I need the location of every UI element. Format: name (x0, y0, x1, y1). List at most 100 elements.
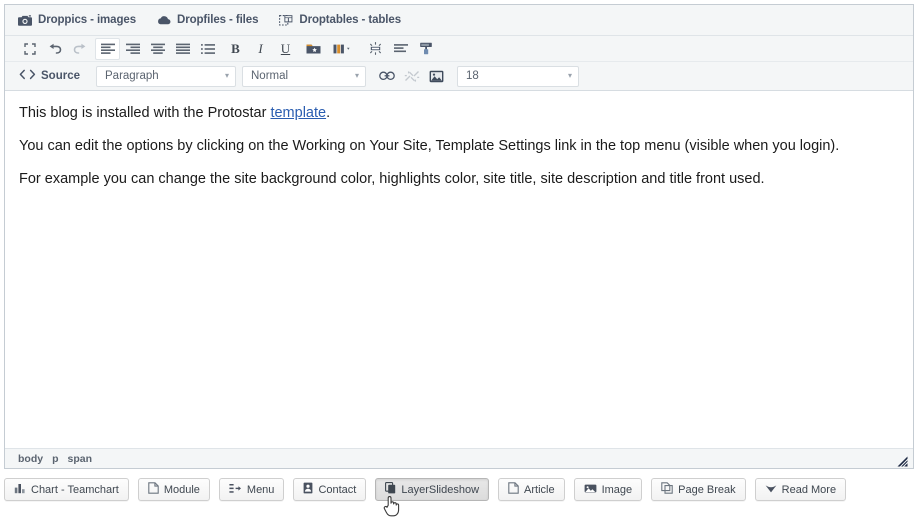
menu-icon (229, 481, 242, 499)
insert-module-button[interactable]: Module (138, 478, 210, 501)
formatting-toolbar-row-2: Source Paragraph ▾ Normal ▾ (5, 62, 913, 91)
insert-chart-teamchart-label: Chart - Teamchart (31, 484, 119, 496)
rich-text-editor: Droppics - images Dropfiles - files (4, 4, 914, 469)
page-break-icon (661, 481, 673, 499)
table-columns-button[interactable] (326, 38, 360, 60)
maximize-icon (24, 43, 36, 55)
bullet-list-icon (201, 43, 215, 55)
droptables-tables-label: Droptables - tables (299, 14, 401, 26)
table-icon (279, 14, 293, 27)
camera-icon (18, 14, 32, 27)
contact-card-icon (303, 481, 313, 499)
element-path-statusbar: body p span (5, 448, 913, 468)
slideshow-icon (385, 481, 396, 499)
chevron-down-icon: ▾ (568, 72, 572, 80)
align-left-button[interactable] (95, 38, 120, 60)
module-button[interactable] (363, 38, 388, 60)
insert-read-more-label: Read More (782, 484, 836, 496)
bullet-list-button[interactable] (195, 38, 220, 60)
content-paragraph-3: For example you can change the site back… (19, 170, 899, 189)
columns-icon (333, 43, 353, 55)
font-size-select[interactable]: 18 ▾ (457, 66, 579, 87)
path-item-p[interactable]: p (52, 453, 58, 465)
align-left-icon (101, 43, 115, 55)
maximize-button[interactable] (17, 38, 42, 60)
insert-contact-label: Contact (318, 484, 356, 496)
block-format-select[interactable]: Paragraph ▾ (96, 66, 236, 87)
template-link[interactable]: template (270, 105, 326, 121)
italic-icon: I (258, 41, 262, 57)
editor-screen: Droppics - images Dropfiles - files (0, 0, 920, 521)
droppics-images-button[interactable]: Droppics - images (18, 14, 136, 27)
align-right-button[interactable] (120, 38, 145, 60)
unlink-button[interactable] (399, 65, 424, 87)
path-item-body[interactable]: body (18, 453, 43, 465)
insert-chart-teamchart-button[interactable]: Chart - Teamchart (4, 478, 129, 501)
path-item-span[interactable]: span (68, 453, 93, 465)
image-icon (429, 70, 444, 83)
paint-format-icon (419, 42, 433, 55)
redo-icon (73, 43, 87, 55)
dropfiles-files-button[interactable]: Dropfiles - files (157, 14, 258, 27)
image-icon (584, 481, 597, 499)
droppics-images-label: Droppics - images (38, 14, 136, 26)
underline-button[interactable]: U (273, 38, 298, 60)
paragraph-lines-icon (394, 43, 408, 55)
insert-image-button[interactable] (424, 65, 449, 87)
chart-icon (14, 481, 26, 499)
font-size-value: 18 (466, 70, 479, 82)
bold-icon: B (231, 41, 240, 57)
code-brackets-icon (19, 67, 36, 85)
dropfiles-files-label: Dropfiles - files (177, 14, 258, 26)
insert-image-bottom-button[interactable]: Image (574, 478, 643, 501)
chevron-down-icon (765, 481, 777, 499)
paint-format-button[interactable] (413, 38, 438, 60)
content-paragraph-2: You can edit the options by clicking on … (19, 137, 899, 156)
chevron-down-icon: ▾ (355, 72, 359, 80)
paragraph-1-text-before: This blog is installed with the Protosta… (19, 105, 270, 121)
module-page-icon (148, 481, 159, 499)
insert-page-break-button[interactable]: Page Break (651, 478, 745, 501)
source-button[interactable]: Source (17, 65, 86, 87)
insert-layerslideshow-button[interactable]: LayerSlideshow (375, 478, 489, 501)
italic-button[interactable]: I (248, 38, 273, 60)
link-icon (379, 71, 395, 81)
insert-image-bottom-label: Image (602, 484, 633, 496)
align-right-icon (126, 43, 140, 55)
insert-article-label: Article (524, 484, 555, 496)
article-icon (508, 481, 519, 499)
insert-menu-button[interactable]: Menu (219, 478, 285, 501)
align-justify-icon (176, 43, 190, 55)
resize-grip-icon[interactable] (897, 454, 908, 465)
insert-link-button[interactable] (374, 65, 399, 87)
align-justify-button[interactable] (170, 38, 195, 60)
chevron-down-icon: ▾ (225, 72, 229, 80)
underline-icon: U (281, 41, 290, 57)
insert-module-label: Module (164, 484, 200, 496)
insert-menu-label: Menu (247, 484, 275, 496)
formatting-toolbar-row-1: B I U (5, 36, 913, 62)
media-folder-button[interactable] (301, 38, 326, 60)
insert-article-button[interactable]: Article (498, 478, 565, 501)
undo-button[interactable] (42, 38, 67, 60)
redo-button[interactable] (67, 38, 92, 60)
bold-button[interactable]: B (223, 38, 248, 60)
module-icon (368, 42, 383, 55)
insert-layerslideshow-label: LayerSlideshow (401, 484, 479, 496)
source-button-label: Source (41, 70, 80, 82)
align-center-button[interactable] (145, 38, 170, 60)
undo-icon (48, 43, 62, 55)
unlink-icon (404, 71, 420, 82)
editor-content[interactable]: This blog is installed with the Protosta… (5, 91, 913, 448)
paragraph-format-button[interactable] (388, 38, 413, 60)
plugin-toolbar: Droppics - images Dropfiles - files (5, 5, 913, 36)
droptables-tables-button[interactable]: Droptables - tables (279, 14, 401, 27)
align-center-icon (151, 43, 165, 55)
insert-read-more-button[interactable]: Read More (755, 478, 846, 501)
text-style-select[interactable]: Normal ▾ (242, 66, 366, 87)
text-style-value: Normal (251, 70, 288, 82)
insert-contact-button[interactable]: Contact (293, 478, 366, 501)
paragraph-1-text-after: . (326, 105, 330, 121)
cloud-icon (157, 14, 171, 27)
content-paragraph-1: This blog is installed with the Protosta… (19, 104, 899, 123)
